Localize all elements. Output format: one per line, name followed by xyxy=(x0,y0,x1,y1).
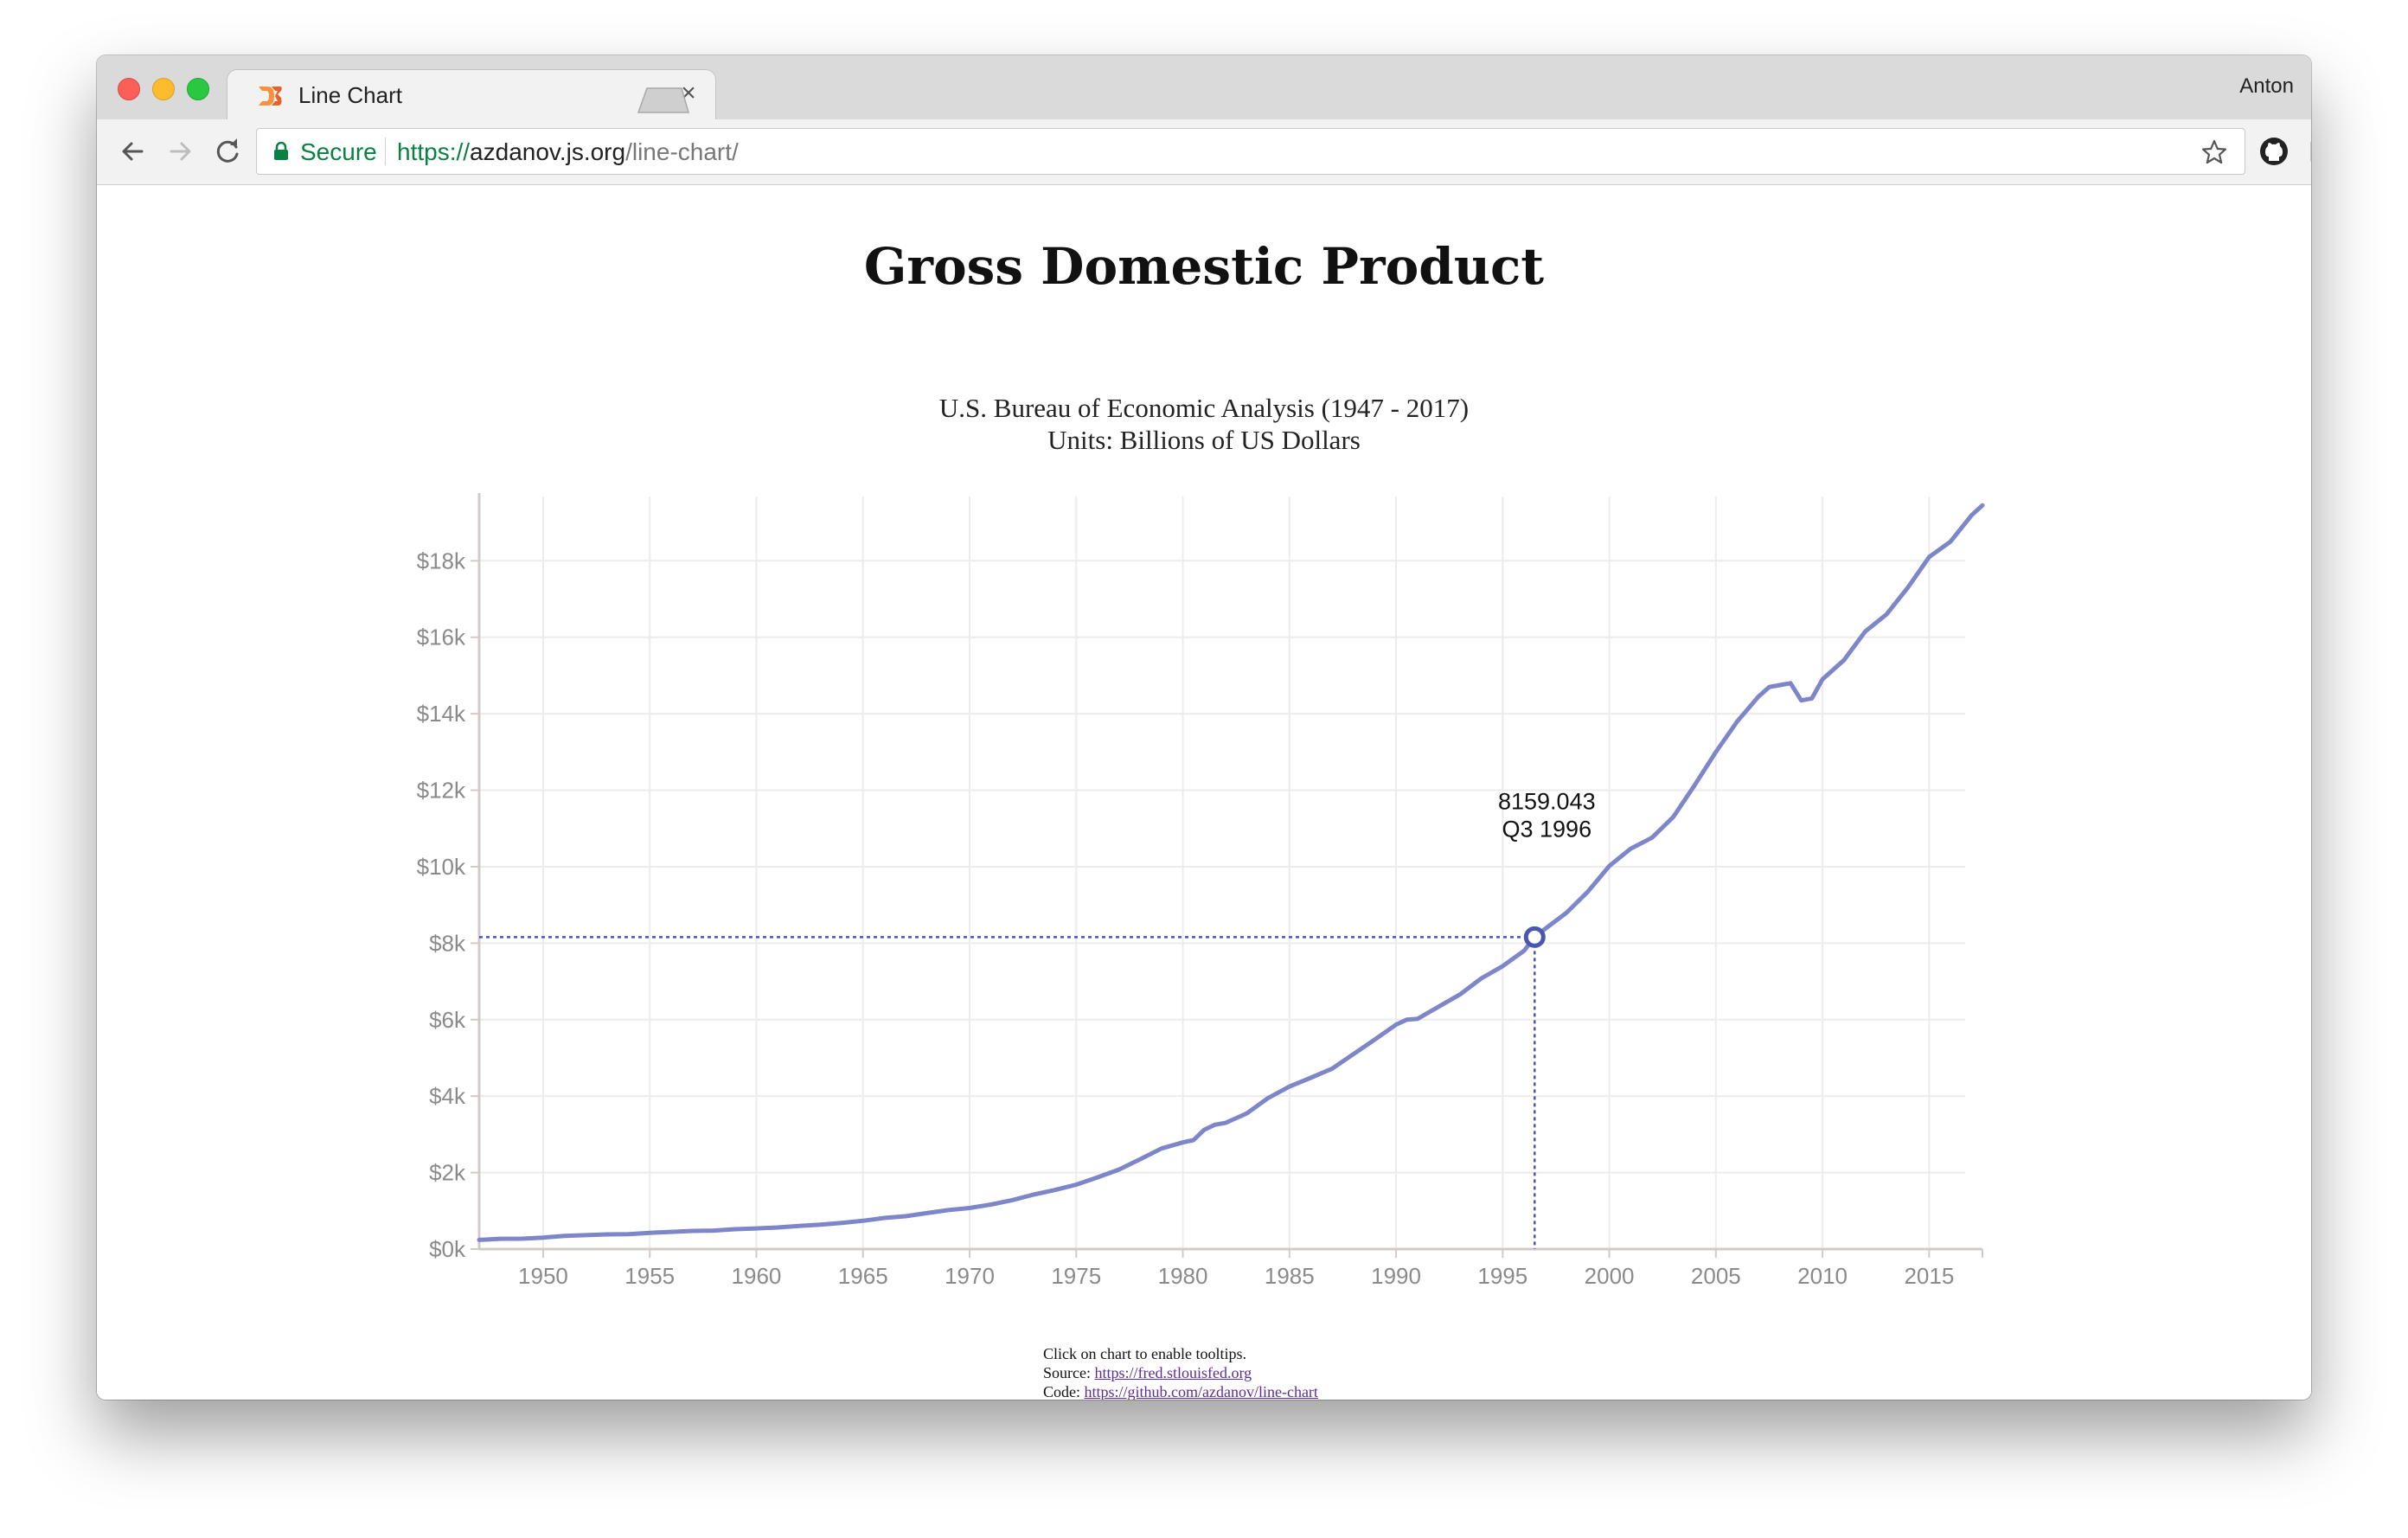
lock-icon xyxy=(274,142,288,160)
chart-tick-labels: 1950 1955 1960 1965 1970 1975 1980 1985 1990 1995… xyxy=(417,548,1955,1289)
x-tick-label: 1990 xyxy=(1371,1263,1421,1289)
x-tick-label: 2005 xyxy=(1691,1263,1741,1289)
x-tick-label: 1970 xyxy=(945,1263,995,1289)
address-bar[interactable]: Secure https://azdanov.js.org/line-chart… xyxy=(256,128,2245,175)
y-tick-label: $10k xyxy=(417,854,466,880)
close-window-button[interactable] xyxy=(118,78,140,100)
reload-icon[interactable] xyxy=(209,133,246,170)
gdp-line-chart[interactable]: 1950 1955 1960 1965 1970 1975 1980 1985 1990 1995… xyxy=(97,185,2311,1400)
x-tick-label: 1975 xyxy=(1051,1263,1101,1289)
y-tick-label: $12k xyxy=(417,778,466,804)
d3-logo-icon xyxy=(259,87,282,106)
url-path: /line-chart/ xyxy=(625,138,739,165)
secure-label: Secure xyxy=(300,138,377,165)
x-tick-label: 1955 xyxy=(624,1263,675,1289)
url-separator xyxy=(385,138,386,165)
url-host: azdanov.js.org xyxy=(470,138,626,165)
source-link[interactable]: https://fred.stlouisfed.org xyxy=(1094,1364,1252,1381)
y-tick-label: $2k xyxy=(429,1160,466,1186)
y-tick-label: $0k xyxy=(429,1236,466,1262)
x-tick-label: 1985 xyxy=(1265,1263,1315,1289)
new-tab-button[interactable] xyxy=(635,85,690,114)
x-tick-label: 1950 xyxy=(518,1263,568,1289)
y-tick-label: $6k xyxy=(429,1007,466,1033)
x-tick-label: 1965 xyxy=(838,1263,888,1289)
code-label: Code: xyxy=(1043,1383,1085,1400)
maximize-window-button[interactable] xyxy=(187,78,209,100)
y-tick-label: $18k xyxy=(417,548,466,574)
x-tick-label: 1980 xyxy=(1158,1263,1208,1289)
back-arrow-icon[interactable] xyxy=(114,133,150,170)
page-content: Gross Domestic Product U.S. Bureau of Ec… xyxy=(97,185,2311,1400)
chart-axes xyxy=(471,493,1983,1258)
x-tick-label: 1995 xyxy=(1477,1263,1527,1289)
url-scheme: https:// xyxy=(397,138,471,165)
y-tick-label: $16k xyxy=(417,625,466,650)
y-tick-label: $8k xyxy=(429,930,466,956)
y-tick-label: $4k xyxy=(429,1083,466,1109)
page-footer: Click on chart to enable tooltips. Sourc… xyxy=(1043,1344,1318,1400)
bookmark-star-icon[interactable] xyxy=(2200,138,2229,167)
forward-arrow-icon[interactable] xyxy=(163,133,199,170)
code-link[interactable]: https://github.com/azdanov/line-chart xyxy=(1085,1383,1318,1400)
browser-window: Line Chart × Anton Secure https://azdano… xyxy=(97,55,2311,1400)
y-tick-label: $14k xyxy=(417,701,466,727)
tooltip-hint: Click on chart to enable tooltips. xyxy=(1043,1345,1246,1362)
x-tick-label: 1960 xyxy=(732,1263,782,1289)
x-tick-label: 2000 xyxy=(1585,1263,1635,1289)
github-icon[interactable] xyxy=(2258,135,2290,168)
tooltip-value: 8159.043 xyxy=(1498,788,1596,814)
minimize-window-button[interactable] xyxy=(152,78,175,100)
x-tick-label: 2010 xyxy=(1797,1263,1848,1289)
code-line: Code: https://github.com/azdanov/line-ch… xyxy=(1043,1382,1318,1400)
chart-grid xyxy=(479,497,1965,1250)
x-tick-label: 2015 xyxy=(1904,1263,1954,1289)
title-bar: Line Chart × Anton xyxy=(97,55,2311,119)
mail-icon[interactable] xyxy=(2308,135,2311,168)
browser-toolbar: Secure https://azdanov.js.org/line-chart… xyxy=(97,119,2311,185)
source-line: Source: https://fred.stlouisfed.org xyxy=(1043,1363,1318,1382)
tab-title: Line Chart xyxy=(298,82,402,108)
chart-series xyxy=(477,503,1985,1242)
profile-name[interactable]: Anton xyxy=(2239,74,2294,99)
chart-tooltip: 8159.043Q3 1996 xyxy=(479,788,1596,1249)
gdp-series-line xyxy=(477,503,1985,1242)
url-text[interactable]: https://azdanov.js.org/line-chart/ xyxy=(397,138,739,166)
source-label: Source: xyxy=(1043,1364,1095,1381)
tooltip-marker xyxy=(1523,926,1546,948)
tooltip-period: Q3 1996 xyxy=(1502,816,1592,842)
